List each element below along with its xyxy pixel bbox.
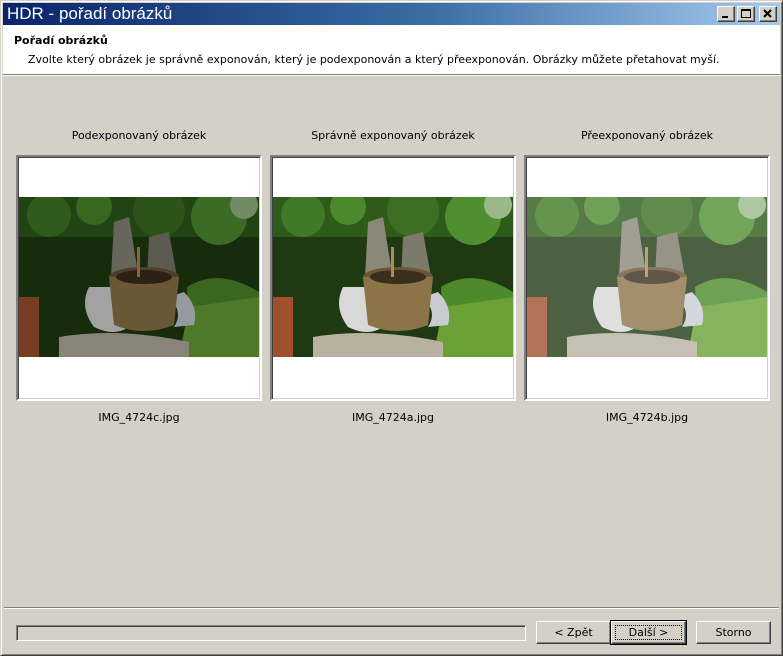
close-icon	[763, 9, 772, 18]
wizard-header: Pořadí obrázků Zvolte který obrázek je s…	[3, 25, 780, 75]
back-button[interactable]: < Zpět	[536, 621, 611, 644]
footer-separator	[4, 607, 779, 609]
file-name-under: IMG_4724c.jpg	[98, 411, 180, 424]
page-description: Zvolte který obrázek je správně exponová…	[28, 53, 720, 66]
panel-label-under: Podexponovaný obrázek	[71, 129, 207, 142]
page-title: Pořadí obrázků	[14, 34, 108, 47]
file-name-over: IMG_4724b.jpg	[605, 411, 689, 424]
maximize-icon	[741, 9, 751, 18]
panel-label-over: Přeexponovaný obrázek	[580, 129, 714, 142]
title-bar[interactable]: HDR - pořadí obrázků	[3, 3, 780, 25]
progress-bar	[16, 625, 526, 641]
minimize-icon	[722, 16, 728, 18]
wizard-window: HDR - pořadí obrázků Pořadí obrázků Zvol…	[0, 0, 783, 656]
image-thumbnail-over[interactable]	[524, 155, 770, 401]
panel-label-normal: Správně exponovaný obrázek	[311, 129, 475, 142]
garden-fountain-photo	[527, 197, 767, 357]
garden-fountain-photo	[273, 197, 513, 357]
garden-fountain-photo	[19, 197, 259, 357]
close-button[interactable]	[759, 6, 777, 22]
image-thumbnail-under[interactable]	[16, 155, 262, 401]
window-title: HDR - pořadí obrázků	[7, 4, 173, 23]
image-thumbnail-normal[interactable]	[270, 155, 516, 401]
next-button[interactable]: Další >	[610, 620, 687, 645]
file-name-normal: IMG_4724a.jpg	[351, 411, 434, 424]
minimize-button[interactable]	[717, 6, 735, 22]
cancel-button[interactable]: Storno	[696, 621, 771, 644]
maximize-button[interactable]	[737, 6, 755, 22]
